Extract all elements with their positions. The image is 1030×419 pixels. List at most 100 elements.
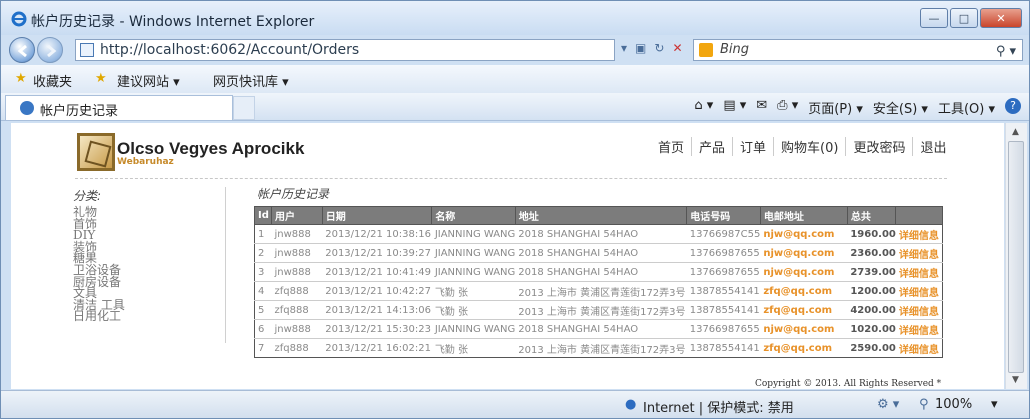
- cell-id: 5: [254, 300, 272, 320]
- close-button[interactable]: ✕: [980, 8, 1022, 28]
- nav-logout[interactable]: 退出: [912, 137, 953, 156]
- forward-arrow-icon: [47, 44, 57, 58]
- site-logo[interactable]: [77, 133, 115, 171]
- zone-status[interactable]: Internet | 保护模式: 禁用: [643, 397, 794, 416]
- brand-subtitle: Webaruhaz: [117, 157, 174, 167]
- search-placeholder: Bing: [720, 42, 750, 57]
- zoom-icon: ⚲: [919, 397, 929, 412]
- cell-email[interactable]: njw@qq.com: [760, 224, 848, 244]
- cell-phone: 13766987655: [686, 243, 761, 263]
- orders-table: Id 用户 日期 名称 地址 电话号码 电邮地址 总共 1 jnw888 2013/…: [254, 206, 943, 358]
- detail-link[interactable]: 详细信息: [895, 243, 943, 263]
- cell-email[interactable]: njw@qq.com: [760, 262, 848, 282]
- scroll-up-icon[interactable]: ▲: [1012, 127, 1019, 137]
- copyright: Copyright © 2013. All Rights Reserved *: [755, 379, 942, 389]
- page-title: 帐户历史记录: [257, 187, 330, 201]
- tools-menu[interactable]: 工具(O) ▾: [938, 98, 995, 117]
- suggested-sites-link[interactable]: 建议网站 ▾: [117, 71, 180, 90]
- nav-products[interactable]: 产品: [691, 137, 732, 156]
- help-icon[interactable]: ?: [1005, 98, 1021, 114]
- title-bar: 帐户历史记录 - Windows Internet Explorer — □ ✕: [1, 1, 1029, 35]
- cell-id: 3: [254, 262, 272, 282]
- detail-link[interactable]: 详细信息: [895, 281, 943, 301]
- cell-user: jnw888: [271, 243, 323, 263]
- search-icon[interactable]: ⚲ ▾: [996, 42, 1016, 62]
- nav-change-password[interactable]: 更改密码: [845, 137, 912, 156]
- ie-logo-icon: [11, 11, 27, 27]
- cell-phone: 13878554141: [686, 300, 761, 320]
- maximize-button[interactable]: □: [950, 8, 978, 28]
- cell-email[interactable]: zfq@qq.com: [760, 300, 848, 320]
- web-slice-gallery-link[interactable]: 网页快讯库 ▾: [213, 71, 289, 90]
- tab-account-history[interactable]: 帐户历史记录: [5, 95, 233, 120]
- zoom-dropdown-icon[interactable]: ▾: [991, 397, 998, 412]
- cell-total: 2360.00: [847, 243, 896, 263]
- cell-total: 4200.00: [847, 300, 896, 320]
- zoom-level[interactable]: 100%: [935, 397, 972, 412]
- cell-name: JIANNING WANG: [431, 319, 516, 339]
- refresh-icon[interactable]: ↻: [654, 41, 664, 55]
- category-item[interactable]: 日用化工: [73, 311, 125, 323]
- table-row: 3 jnw888 2013/12/21 10:41:49 JIANNING WANG 2…: [254, 262, 943, 282]
- cell-total: 1200.00: [847, 281, 896, 301]
- dropdown-icon[interactable]: ▾: [621, 41, 627, 55]
- cell-id: 6: [254, 319, 272, 339]
- scroll-thumb[interactable]: [1008, 141, 1024, 373]
- cell-date: 2013/12/21 10:41:49: [322, 262, 432, 282]
- cell-phone: 13766987655: [686, 262, 761, 282]
- feeds-icon[interactable]: ▤ ▾: [723, 98, 746, 117]
- cell-email[interactable]: njw@qq.com: [760, 243, 848, 263]
- search-input[interactable]: Bing ⚲ ▾: [693, 39, 1023, 61]
- new-tab-button[interactable]: [233, 96, 255, 120]
- col-address: 地址: [514, 206, 688, 225]
- page-menu[interactable]: 页面(P) ▾: [808, 98, 863, 117]
- mail-icon[interactable]: ✉: [756, 98, 767, 117]
- tab-label: 帐户历史记录: [40, 104, 119, 119]
- cell-email[interactable]: zfq@qq.com: [760, 281, 848, 301]
- cell-email[interactable]: njw@qq.com: [760, 319, 848, 339]
- detail-link[interactable]: 详细信息: [895, 319, 943, 339]
- cell-phone: 13766987C55: [686, 224, 761, 244]
- detail-link[interactable]: 详细信息: [895, 300, 943, 320]
- minimize-button[interactable]: —: [920, 8, 948, 28]
- forward-button[interactable]: [37, 37, 63, 63]
- url-text: http://localhost:6062/Account/Orders: [100, 42, 360, 58]
- nav-cart[interactable]: 购物车(0): [773, 137, 845, 156]
- cell-address: 2018 SHANGHAI 54HAO: [515, 319, 687, 339]
- cell-email[interactable]: zfq@qq.com: [760, 338, 848, 358]
- cell-user: jnw888: [271, 262, 323, 282]
- home-icon[interactable]: ⌂ ▾: [694, 98, 713, 117]
- url-input[interactable]: http://localhost:6062/Account/Orders: [75, 39, 615, 61]
- print-icon[interactable]: ⎙ ▾: [777, 98, 798, 117]
- col-name: 名称: [431, 206, 516, 225]
- col-phone: 电话号码: [686, 206, 761, 225]
- browser-window: 帐户历史记录 - Windows Internet Explorer — □ ✕…: [0, 0, 1030, 419]
- compat-icon[interactable]: ▣: [635, 41, 646, 55]
- nav-orders[interactable]: 订单: [732, 137, 773, 156]
- scroll-down-icon[interactable]: ▼: [1012, 375, 1019, 385]
- col-id: Id: [254, 206, 272, 225]
- cell-name: JIANNING WANG: [431, 243, 516, 263]
- security-icon[interactable]: ⚙ ▾: [877, 397, 899, 412]
- cell-address: 2013 上海市 黄浦区青莲街172弄3号: [515, 338, 687, 358]
- cell-user: zfq888: [271, 281, 323, 301]
- nav-home[interactable]: 首页: [651, 137, 691, 156]
- table-row: 7 zfq888 2013/12/21 16:02:21 飞勤 张 2013 上海市 黄…: [254, 338, 943, 358]
- detail-link[interactable]: 详细信息: [895, 224, 943, 244]
- favorites-button[interactable]: 收藏夹: [33, 71, 72, 90]
- back-button[interactable]: [9, 37, 35, 63]
- cell-date: 2013/12/21 10:42:27: [322, 281, 432, 301]
- cell-name: JIANNING WANG: [431, 224, 516, 244]
- tab-bar: 帐户历史记录 ⌂ ▾ ▤ ▾ ✉ ⎙ ▾ 页面(P) ▾ 安全(S) ▾ 工具(…: [1, 93, 1029, 121]
- tab-page-icon: [20, 101, 34, 115]
- vertical-scrollbar[interactable]: ▲ ▼: [1005, 123, 1027, 389]
- table-row: 5 zfq888 2013/12/21 14:13:06 飞勤 张 2013 上海市 黄…: [254, 300, 943, 320]
- window-title: 帐户历史记录 - Windows Internet Explorer: [31, 14, 315, 30]
- safety-menu[interactable]: 安全(S) ▾: [873, 98, 928, 117]
- detail-link[interactable]: 详细信息: [895, 338, 943, 358]
- cell-total: 1020.00: [847, 319, 896, 339]
- stop-icon[interactable]: ✕: [672, 41, 682, 55]
- add-favorite-icon[interactable]: ★: [95, 71, 107, 86]
- detail-link[interactable]: 详细信息: [895, 262, 943, 282]
- cell-name: 飞勤 张: [431, 281, 516, 301]
